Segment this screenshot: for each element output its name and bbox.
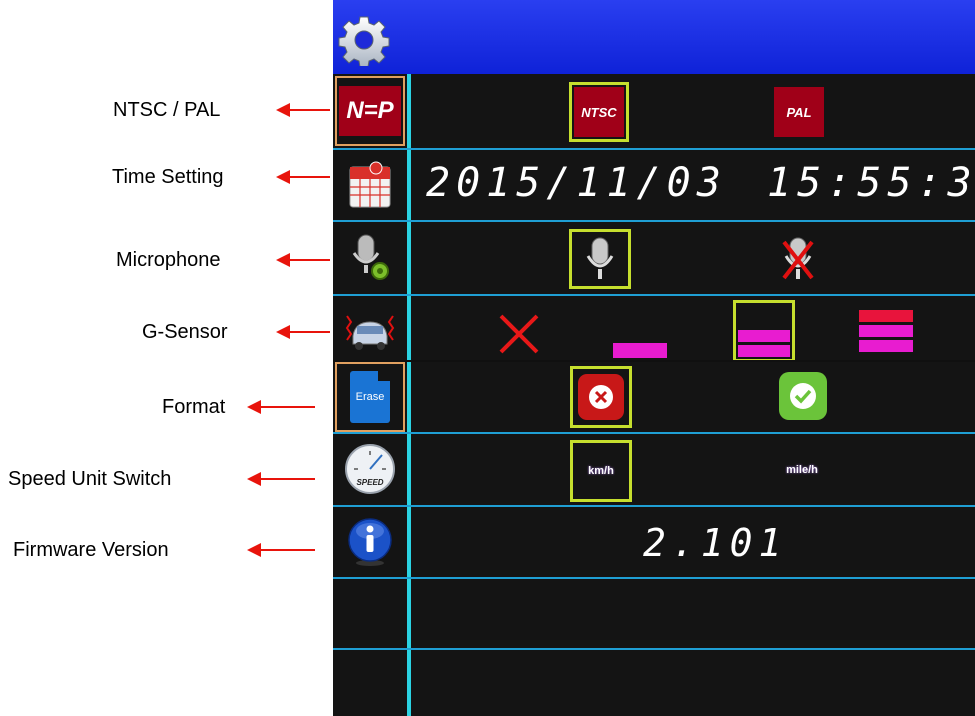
g-sensor-off-option[interactable] bbox=[493, 308, 545, 360]
arrow-left-icon bbox=[276, 325, 330, 339]
high-icon bbox=[859, 310, 913, 352]
annotation-label: NTSC / PAL bbox=[113, 98, 221, 121]
speed-icon-label: SPEED bbox=[356, 478, 383, 487]
arrow-left-icon bbox=[276, 170, 330, 184]
arrow-left-icon bbox=[247, 472, 315, 486]
microphone-off-icon bbox=[782, 237, 814, 280]
row-divider bbox=[333, 220, 975, 222]
time-value[interactable]: 15:55:39 bbox=[767, 160, 975, 206]
row-divider bbox=[333, 648, 975, 650]
format-cancel-option[interactable] bbox=[570, 366, 632, 428]
format-icon-cell[interactable]: Erase bbox=[335, 362, 405, 432]
g-sensor-low-option[interactable] bbox=[611, 340, 669, 360]
row-divider bbox=[333, 505, 975, 507]
icon-column-divider bbox=[407, 74, 411, 716]
format-confirm-option[interactable] bbox=[777, 370, 829, 422]
speed-mileh-option[interactable]: mile/h bbox=[776, 458, 828, 482]
info-icon bbox=[348, 518, 392, 566]
g-sensor-high-option[interactable] bbox=[857, 302, 915, 360]
arrow-left-icon bbox=[276, 253, 330, 267]
empty-row bbox=[413, 580, 973, 646]
sd-card-icon: Erase bbox=[350, 371, 390, 423]
confirm-icon bbox=[779, 372, 827, 420]
ntsc-pal-icon-text: N=P bbox=[346, 97, 394, 124]
kmh-label: km/h bbox=[588, 465, 614, 477]
annotation-label: Firmware Version bbox=[13, 538, 169, 561]
medium-icon bbox=[738, 330, 790, 357]
firmware-version-value: 2.101 bbox=[643, 521, 788, 565]
gear-icon[interactable] bbox=[338, 14, 390, 66]
off-icon bbox=[499, 314, 539, 354]
annotation-label: Format bbox=[162, 395, 226, 418]
video-standard-icon-cell[interactable]: N=P bbox=[335, 76, 405, 146]
ntsc-label: NTSC bbox=[581, 104, 617, 120]
empty-row bbox=[413, 651, 973, 716]
microphone-off-option[interactable] bbox=[773, 229, 823, 289]
microphone-icon-cell[interactable] bbox=[335, 222, 405, 292]
date-value[interactable]: 2015/11/03 bbox=[426, 160, 727, 206]
erase-label: Erase bbox=[355, 391, 385, 403]
car-shock-icon bbox=[345, 315, 395, 350]
pal-badge: PAL bbox=[774, 87, 824, 137]
g-sensor-icon-cell[interactable] bbox=[335, 296, 405, 366]
pal-option[interactable]: PAL bbox=[774, 87, 824, 137]
time-setting-icon-cell[interactable] bbox=[335, 150, 405, 220]
annotation-label: Speed Unit Switch bbox=[8, 467, 172, 490]
microphone-settings-icon bbox=[352, 234, 389, 280]
ntsc-option[interactable]: NTSC bbox=[569, 82, 629, 142]
arrow-left-icon bbox=[247, 543, 315, 557]
annotation-label: Time Setting bbox=[112, 165, 224, 188]
row-divider bbox=[333, 148, 975, 150]
microphone-on-icon bbox=[586, 237, 614, 279]
g-sensor-medium-option[interactable] bbox=[733, 300, 795, 362]
row-divider bbox=[333, 577, 975, 579]
ntsc-badge: NTSC bbox=[574, 87, 624, 137]
ntsc-pal-icon: N=P bbox=[339, 86, 401, 136]
annotation-label: Microphone bbox=[116, 248, 221, 271]
annotation-label: G-Sensor bbox=[142, 320, 228, 343]
cancel-icon bbox=[578, 374, 624, 420]
firmware-icon-cell[interactable] bbox=[335, 507, 405, 577]
calendar-icon bbox=[349, 161, 391, 208]
pal-label: PAL bbox=[786, 104, 812, 120]
speed-unit-icon-cell[interactable]: SPEED bbox=[335, 434, 405, 504]
arrow-left-icon bbox=[276, 103, 330, 117]
screen-edge bbox=[333, 360, 975, 362]
speedometer-icon: SPEED bbox=[345, 444, 395, 494]
low-icon bbox=[613, 342, 667, 358]
header-bar bbox=[333, 0, 975, 74]
device-settings-screen: N=P NTSC PAL 2015/11/03 15:55:39 bbox=[333, 0, 975, 716]
row-divider bbox=[333, 294, 975, 296]
microphone-on-option[interactable] bbox=[569, 229, 631, 289]
row-divider bbox=[333, 432, 975, 434]
mileh-label: mile/h bbox=[786, 464, 818, 476]
arrow-left-icon bbox=[247, 400, 315, 414]
speed-kmh-option[interactable]: km/h bbox=[570, 440, 632, 502]
